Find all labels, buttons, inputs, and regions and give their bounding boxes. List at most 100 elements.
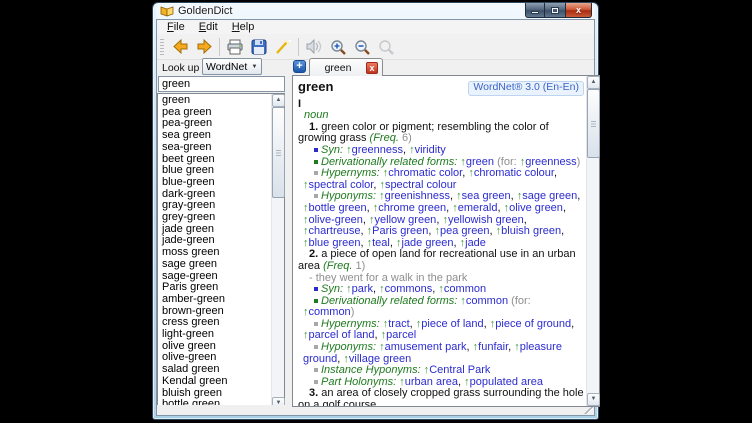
wordlist-panel: greenpea greenpea-greensea greensea-gree… xyxy=(157,93,285,411)
client-area: File Edit Help xyxy=(156,19,595,416)
zoom-in-button[interactable] xyxy=(326,36,350,58)
tab-green[interactable]: green x xyxy=(309,58,383,76)
article-link[interactable]: tract xyxy=(388,318,409,330)
article-scrollbar[interactable]: ▲ ▼ xyxy=(586,76,599,406)
zoom-reset-button[interactable] xyxy=(374,36,398,58)
bullet-icon xyxy=(314,287,318,291)
wordlist-item[interactable]: sea-green xyxy=(158,142,271,154)
article-link[interactable]: emerald xyxy=(458,202,498,214)
zoom-out-button[interactable] xyxy=(350,36,374,58)
article-link[interactable]: Paris green xyxy=(372,225,428,237)
maximize-button[interactable] xyxy=(545,3,565,18)
wordlist-item[interactable]: light-green xyxy=(158,329,271,341)
toolbar-drag-handle[interactable] xyxy=(160,39,164,55)
senses: 1. green color or pigment; resembling th… xyxy=(298,122,584,406)
article-link[interactable]: park xyxy=(352,283,373,295)
article-link[interactable]: chrome green xyxy=(378,202,446,214)
article-link[interactable]: piece of ground xyxy=(495,318,571,330)
menu-help[interactable]: Help xyxy=(225,20,262,34)
dictionary-group-select[interactable]: WordNet 3.0 ▼ xyxy=(202,58,262,75)
article-link[interactable]: olive green xyxy=(509,202,563,214)
article-link[interactable]: teal xyxy=(372,237,390,249)
article-link[interactable]: chromatic color xyxy=(388,167,462,179)
article-link[interactable]: spectral color xyxy=(309,179,374,191)
scroll-up-icon[interactable]: ▲ xyxy=(272,94,285,107)
wordlist-item[interactable]: green xyxy=(158,95,271,107)
article-link[interactable]: viridity xyxy=(415,144,446,156)
scroll-down-icon[interactable]: ▼ xyxy=(587,393,600,406)
article-link[interactable]: yellowish green xyxy=(448,214,524,226)
pronounce-button[interactable] xyxy=(302,36,326,58)
article-link[interactable]: common xyxy=(466,295,508,307)
relation-line: Hypernyms: ↑tract, ↑piece of land, ↑piec… xyxy=(298,319,584,342)
article-link[interactable]: commons xyxy=(385,283,433,295)
article-link[interactable]: blue green xyxy=(309,237,361,249)
search-input[interactable] xyxy=(158,76,285,92)
article-link[interactable]: sage green xyxy=(522,190,577,202)
bullet-icon xyxy=(314,299,318,303)
zoom-in-icon xyxy=(330,39,347,55)
relation-line: Derivationally related forms: ↑common (f… xyxy=(298,296,584,319)
relation-line: Hyponyms: ↑amusement park, ↑funfair, ↑pl… xyxy=(298,342,584,365)
article-link[interactable]: chromatic colour xyxy=(474,167,554,179)
wordlist-item[interactable]: sage green xyxy=(158,259,271,271)
speaker-icon xyxy=(306,39,322,54)
article-link[interactable]: greenness xyxy=(352,144,403,156)
wordlist-item[interactable]: grey-green xyxy=(158,212,271,224)
article-link[interactable]: amusement park xyxy=(385,341,467,353)
article-link[interactable]: urban area xyxy=(405,376,458,388)
article-link[interactable]: green xyxy=(466,156,494,168)
article-link[interactable]: common xyxy=(309,306,351,318)
tab-label: green xyxy=(310,62,366,74)
article-link[interactable]: jade green xyxy=(402,237,454,249)
close-icon: x xyxy=(576,6,581,14)
wordlist-item[interactable]: amber-green xyxy=(158,294,271,306)
article-link[interactable]: pea green xyxy=(440,225,490,237)
article-link[interactable]: bluish green xyxy=(501,225,561,237)
back-button[interactable] xyxy=(168,36,192,58)
article-link[interactable]: jade xyxy=(465,237,486,249)
minimize-button[interactable] xyxy=(525,3,545,18)
article-link[interactable]: spectral colour xyxy=(385,179,457,191)
print-button[interactable] xyxy=(223,36,247,58)
article-link[interactable]: parcel xyxy=(386,329,416,341)
menu-file[interactable]: File xyxy=(160,20,192,34)
article-link[interactable]: greenishness xyxy=(385,190,450,202)
tab-close-icon[interactable]: x xyxy=(366,62,378,74)
bullet-icon xyxy=(314,368,318,372)
wordlist-item[interactable]: blue-green xyxy=(158,177,271,189)
article-link[interactable]: piece of land xyxy=(421,318,483,330)
sense-definition: 1. green color or pigment; resembling th… xyxy=(298,122,584,145)
bullet-icon xyxy=(314,148,318,152)
forward-button[interactable] xyxy=(192,36,216,58)
wand-button[interactable] xyxy=(271,36,295,58)
article-scroll-thumb[interactable] xyxy=(587,89,600,158)
title-bar[interactable]: GoldenDict x xyxy=(153,3,598,19)
save-button[interactable] xyxy=(247,36,271,58)
article-link[interactable]: olive-green xyxy=(309,214,363,226)
article-link[interactable]: common xyxy=(444,283,486,295)
article-link[interactable]: sea green xyxy=(462,190,511,202)
article-link[interactable]: populated area xyxy=(470,376,543,388)
dictionary-badge[interactable]: WordNet® 3.0 (En-En) xyxy=(468,81,584,96)
add-tab-button[interactable]: + xyxy=(293,60,306,73)
bullet-icon xyxy=(314,380,318,384)
article-link[interactable]: Central Park xyxy=(429,364,490,376)
article-link[interactable]: parcel of land xyxy=(309,329,375,341)
article-link[interactable]: chartreuse xyxy=(309,225,361,237)
article-link[interactable]: yellow green xyxy=(375,214,437,226)
forward-arrow-icon xyxy=(196,39,213,54)
article-link[interactable]: bottle green xyxy=(309,202,367,214)
article-pane: green WordNet® 3.0 (En-En) I noun 1. gre… xyxy=(292,75,600,407)
scroll-up-icon[interactable]: ▲ xyxy=(587,76,600,89)
article-link[interactable]: village green xyxy=(349,353,411,365)
close-button[interactable]: x xyxy=(565,3,592,18)
article-link[interactable]: greenness xyxy=(525,156,576,168)
wordlist-item[interactable]: Kendal green xyxy=(158,376,271,388)
toolbar xyxy=(157,34,594,60)
wordlist-scroll-thumb[interactable] xyxy=(272,107,285,198)
bullet-icon xyxy=(314,322,318,326)
menu-edit[interactable]: Edit xyxy=(192,20,225,34)
article-link[interactable]: funfair xyxy=(478,341,508,353)
wordlist-scrollbar[interactable]: ▲ ▼ xyxy=(271,94,284,410)
